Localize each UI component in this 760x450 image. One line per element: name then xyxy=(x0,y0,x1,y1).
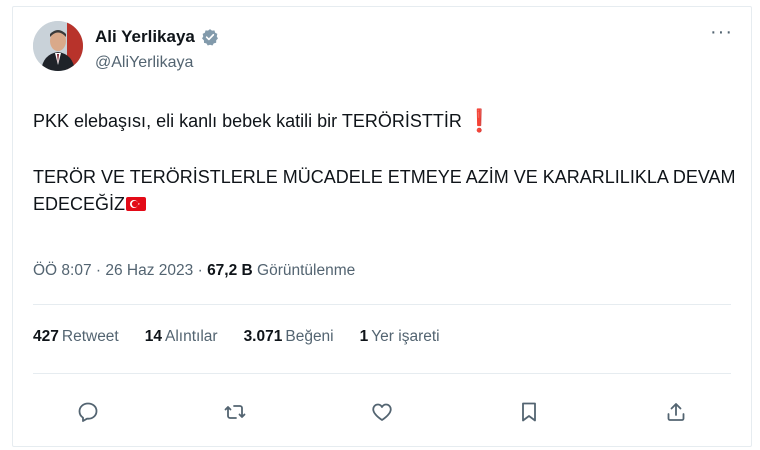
exclamation-emoji: ❗ xyxy=(465,108,494,133)
tweet-time[interactable]: ÖÖ 8:07 xyxy=(33,262,92,279)
tweet-card: Ali Yerlikaya @AliYerlikaya ··· PKK eleb… xyxy=(12,6,752,447)
verified-badge-icon xyxy=(201,28,219,46)
action-bar xyxy=(73,392,691,432)
retweets-count: 427 xyxy=(33,328,59,345)
retweets-label: Retweet xyxy=(61,328,119,345)
tweet-meta: ÖÖ 8:07 · 26 Haz 2023 · 67,2 B Görüntüle… xyxy=(33,262,355,280)
views-label: Görüntülenme xyxy=(257,262,356,279)
likes-count: 3.071 xyxy=(243,328,283,345)
bookmarks-stat[interactable]: 1 Yer işareti xyxy=(360,328,440,346)
heart-icon[interactable] xyxy=(367,397,397,427)
likes-stat[interactable]: 3.071 Beğeni xyxy=(244,328,334,346)
turkey-flag-icon xyxy=(126,197,147,211)
more-options-icon[interactable]: ··· xyxy=(710,21,733,44)
tweet-text: PKK elebaşısı, eli kanlı bebek katili bi… xyxy=(33,107,748,218)
bookmark-icon[interactable] xyxy=(514,397,544,427)
quotes-stat[interactable]: 14 Alıntılar xyxy=(145,328,218,346)
bookmarks-count: 1 xyxy=(359,328,369,345)
tweet-line-2: TERÖR VE TERÖRİSTLERLE MÜCADELE ETMEYE A… xyxy=(33,164,748,218)
avatar-photo xyxy=(33,21,83,71)
tweet-date[interactable]: 26 Haz 2023 xyxy=(105,262,193,279)
tweet-line-1-text: PKK elebaşısı, eli kanlı bebek katili bi… xyxy=(33,111,462,131)
retweet-icon[interactable] xyxy=(220,397,250,427)
author-handle[interactable]: @AliYerlikaya xyxy=(95,54,193,72)
share-icon[interactable] xyxy=(661,397,691,427)
quotes-label: Alıntılar xyxy=(165,328,218,345)
divider-top xyxy=(33,304,731,305)
divider-bottom xyxy=(33,373,731,374)
quotes-count: 14 xyxy=(144,328,162,345)
author-name[interactable]: Ali Yerlikaya xyxy=(95,27,195,47)
meta-separator: · xyxy=(193,262,208,279)
author-row: Ali Yerlikaya xyxy=(95,27,219,47)
meta-separator: · xyxy=(91,262,106,279)
engagement-stats: 427 Retweet 14 Alıntılar 3.071 Beğeni 1 Yer … xyxy=(33,328,440,346)
tweet-line-1: PKK elebaşısı, eli kanlı bebek katili bi… xyxy=(33,107,748,135)
reply-icon[interactable] xyxy=(73,397,103,427)
likes-label: Beğeni xyxy=(285,328,334,345)
avatar[interactable] xyxy=(33,21,83,71)
views-count: 67,2 B xyxy=(207,262,253,279)
retweets-stat[interactable]: 427 Retweet xyxy=(33,328,119,346)
bookmarks-label: Yer işareti xyxy=(371,328,440,345)
